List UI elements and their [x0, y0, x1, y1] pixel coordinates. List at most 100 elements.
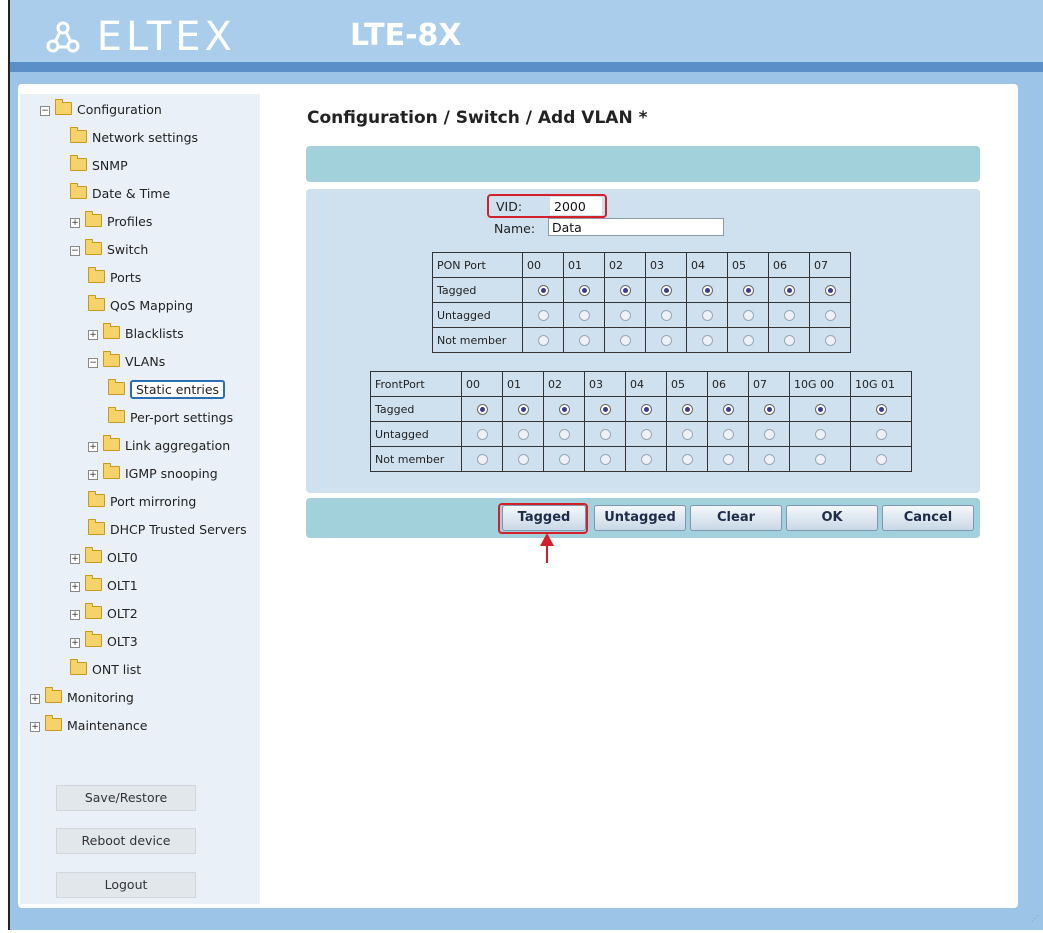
expander-icon[interactable]: + [70, 582, 80, 592]
radio-icon[interactable] [599, 454, 611, 465]
expander-icon[interactable]: + [70, 554, 80, 564]
radio-selected-icon[interactable] [517, 404, 529, 415]
radio-selected-icon[interactable] [701, 285, 713, 296]
expander-icon[interactable]: − [88, 358, 98, 368]
radio-selected-icon[interactable] [742, 285, 754, 296]
sidebar-item-static-entries[interactable]: Static entries [108, 379, 226, 400]
radio-icon[interactable] [722, 454, 734, 465]
sidebar-item-blacklists[interactable]: + Blacklists [88, 323, 184, 344]
radio-icon[interactable] [681, 454, 693, 465]
sidebar-item-link-aggregation[interactable]: + Link aggregation [88, 435, 230, 456]
radio-icon[interactable] [824, 335, 836, 346]
save-restore-button[interactable]: Save/Restore [56, 785, 196, 811]
radio-icon[interactable] [517, 454, 529, 465]
sidebar-item-monitoring[interactable]: + Monitoring [30, 687, 134, 708]
radio-icon[interactable] [476, 454, 488, 465]
sidebar-item-network-settings[interactable]: Network settings [70, 127, 198, 148]
expander-icon[interactable]: + [30, 694, 40, 704]
sidebar-item-dhcp-trusted-servers[interactable]: DHCP Trusted Servers [88, 519, 247, 540]
expander-icon[interactable]: + [88, 330, 98, 340]
radio-icon[interactable] [476, 429, 488, 440]
radio-cell [604, 277, 646, 303]
sidebar-item-snmp[interactable]: SNMP [70, 155, 128, 176]
radio-icon[interactable] [742, 335, 754, 346]
sidebar-item-switch[interactable]: − Switch [70, 239, 148, 260]
radio-icon[interactable] [660, 335, 672, 346]
radio-icon[interactable] [814, 429, 826, 440]
radio-selected-icon[interactable] [681, 404, 693, 415]
expander-icon[interactable]: + [30, 722, 40, 732]
expander-icon[interactable]: + [70, 638, 80, 648]
sidebar-item-maintenance[interactable]: + Maintenance [30, 715, 148, 736]
radio-icon[interactable] [875, 454, 887, 465]
expander-icon[interactable]: + [70, 610, 80, 620]
radio-icon[interactable] [599, 429, 611, 440]
sidebar-item-vlans[interactable]: − VLANs [88, 351, 165, 372]
radio-selected-icon[interactable] [476, 404, 488, 415]
radio-icon[interactable] [701, 335, 713, 346]
radio-selected-icon[interactable] [722, 404, 734, 415]
radio-icon[interactable] [763, 429, 775, 440]
radio-icon[interactable] [722, 429, 734, 440]
sidebar-item-igmp-snooping[interactable]: + IGMP snooping [88, 463, 218, 484]
radio-selected-icon[interactable] [660, 285, 672, 296]
radio-icon[interactable] [660, 310, 672, 321]
radio-icon[interactable] [783, 310, 795, 321]
cancel-button[interactable]: Cancel [882, 505, 974, 531]
radio-icon[interactable] [578, 310, 590, 321]
radio-icon[interactable] [742, 310, 754, 321]
logout-button[interactable]: Logout [56, 872, 196, 898]
radio-icon[interactable] [537, 335, 549, 346]
radio-icon[interactable] [558, 454, 570, 465]
expander-icon[interactable]: + [70, 218, 80, 228]
sidebar-item-per-port-settings[interactable]: Per-port settings [108, 407, 233, 428]
radio-selected-icon[interactable] [783, 285, 795, 296]
radio-selected-icon[interactable] [558, 404, 570, 415]
radio-icon[interactable] [763, 454, 775, 465]
expander-icon[interactable]: − [70, 246, 80, 256]
radio-icon[interactable] [537, 310, 549, 321]
expander-icon[interactable]: + [88, 470, 98, 480]
expander-icon[interactable]: + [88, 442, 98, 452]
radio-icon[interactable] [783, 335, 795, 346]
sidebar-item-ont-list[interactable]: ONT list [70, 659, 141, 680]
sidebar-item-olt1[interactable]: + OLT1 [70, 575, 138, 596]
ok-button[interactable]: OK [786, 505, 878, 531]
radio-icon[interactable] [814, 454, 826, 465]
sidebar-item-olt0[interactable]: + OLT0 [70, 547, 138, 568]
reboot-device-button[interactable]: Reboot device [56, 828, 196, 854]
radio-icon[interactable] [578, 335, 590, 346]
radio-icon[interactable] [701, 310, 713, 321]
expander-icon[interactable]: − [40, 106, 50, 116]
sidebar-item-olt2[interactable]: + OLT2 [70, 603, 138, 624]
radio-icon[interactable] [824, 310, 836, 321]
radio-icon[interactable] [558, 429, 570, 440]
radio-selected-icon[interactable] [763, 404, 775, 415]
sidebar-item-port-mirroring[interactable]: Port mirroring [88, 491, 196, 512]
radio-selected-icon[interactable] [537, 285, 549, 296]
sidebar-item-profiles[interactable]: + Profiles [70, 211, 152, 232]
resize-grip-icon[interactable]: ⋰ [1031, 914, 1041, 924]
radio-icon[interactable] [681, 429, 693, 440]
sidebar-item-configuration[interactable]: − Configuration [40, 99, 162, 120]
radio-icon[interactable] [517, 429, 529, 440]
clear-button[interactable]: Clear [690, 505, 782, 531]
sidebar-item-qos-mapping[interactable]: QoS Mapping [88, 295, 193, 316]
radio-icon[interactable] [640, 454, 652, 465]
radio-selected-icon[interactable] [814, 404, 826, 415]
radio-icon[interactable] [619, 310, 631, 321]
sidebar-item-ports[interactable]: Ports [88, 267, 141, 288]
radio-icon[interactable] [640, 429, 652, 440]
sidebar-item-olt3[interactable]: + OLT3 [70, 631, 138, 652]
radio-selected-icon[interactable] [640, 404, 652, 415]
radio-icon[interactable] [619, 335, 631, 346]
radio-selected-icon[interactable] [824, 285, 836, 296]
radio-selected-icon[interactable] [599, 404, 611, 415]
radio-selected-icon[interactable] [578, 285, 590, 296]
sidebar-item-date-time[interactable]: Date & Time [70, 183, 170, 204]
name-input[interactable]: Data [548, 218, 724, 236]
radio-selected-icon[interactable] [875, 404, 887, 415]
untagged-button[interactable]: Untagged [594, 505, 686, 531]
radio-icon[interactable] [875, 429, 887, 440]
radio-selected-icon[interactable] [619, 285, 631, 296]
